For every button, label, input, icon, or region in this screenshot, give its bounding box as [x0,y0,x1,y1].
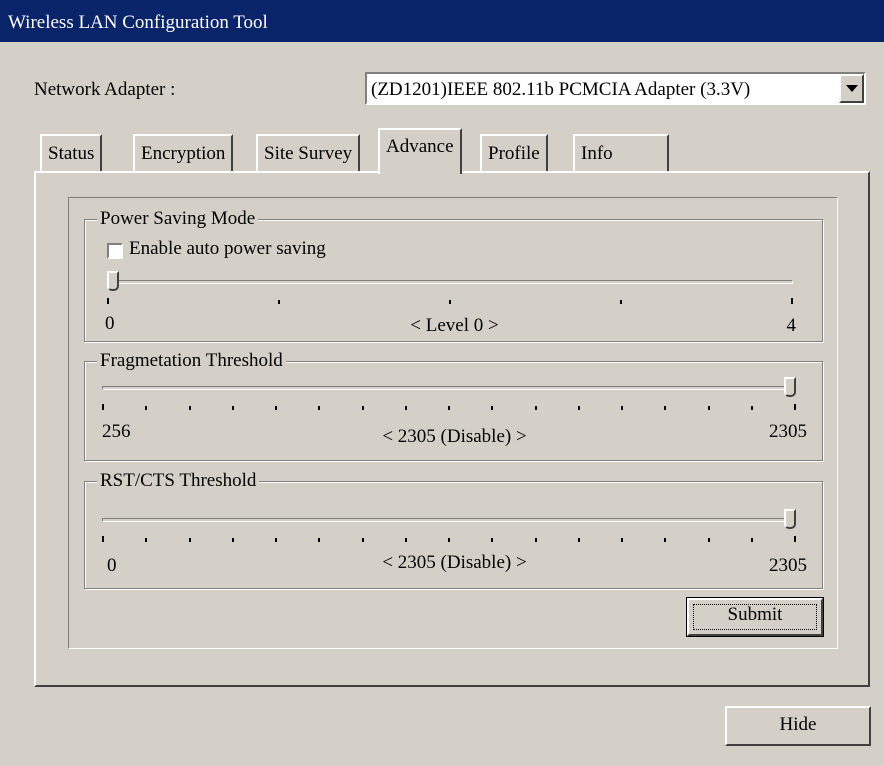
power-saving-group: Power Saving Mode Enable auto power savi… [84,208,823,342]
tab-label: Status [48,143,95,164]
hide-label: Hide [779,714,817,735]
slider-tick [275,406,277,410]
slider-tick [318,538,320,542]
advance-tab-panel: Power Saving Mode Enable auto power savi… [34,171,870,687]
submit-button[interactable]: Submit [686,597,824,637]
slider-tick [794,404,796,410]
slider-tick [189,406,191,410]
rts-cts-ticks [102,536,796,546]
slider-tick [664,406,666,410]
slider-tick [318,406,320,410]
tab-label: Info [581,143,613,164]
slider-tick [578,538,580,542]
auto-power-saving-checkbox[interactable] [107,243,123,259]
tab-encryption[interactable]: Encryption [133,134,234,171]
slider-tick [578,406,580,410]
slider-tick [449,300,451,304]
tab-profile[interactable]: Profile [480,134,548,171]
advance-settings-frame: Power Saving Mode Enable auto power savi… [68,197,838,649]
network-adapter-label: Network Adapter : [34,79,176,100]
main-window: Network Adapter : (ZD1201)IEEE 802.11b P… [0,42,884,766]
slider-tick [275,538,277,542]
tab-label: Profile [488,143,540,164]
slider-tick [794,536,796,542]
power-saving-title: Power Saving Mode [97,208,259,230]
power-level-track [107,280,793,284]
title-bar: Wireless LAN Configuration Tool [0,0,884,42]
slider-tick [535,538,537,542]
tab-advance[interactable]: Advance [378,128,462,174]
slider-tick [232,538,234,542]
rts-cts-title: RST/CTS Threshold [97,470,260,492]
rts-cts-slider-thumb[interactable] [784,509,796,529]
power-level-ticks [107,298,793,308]
slider-tick [448,538,450,542]
slider-tick [278,300,280,304]
slider-tick [664,538,666,542]
slider-tick [791,298,793,304]
power-level-value: < Level 0 > [410,315,499,336]
network-adapter-value: (ZD1201)IEEE 802.11b PCMCIA Adapter (3.3… [371,79,751,100]
slider-tick [362,406,364,410]
tab-status[interactable]: Status [40,134,103,171]
rts-cts-max: 2305 [769,555,807,576]
slider-tick [491,406,493,410]
fragmentation-max: 2305 [769,421,807,442]
slider-tick [708,538,710,542]
fragmentation-title: Fragmetation Threshold [97,350,286,372]
slider-tick [362,538,364,542]
slider-tick [448,406,450,410]
slider-tick [405,406,407,410]
chevron-down-icon [846,85,858,92]
tab-label: Encryption [141,143,226,164]
tab-info[interactable]: Info [573,134,669,171]
slider-tick [621,406,623,410]
fragmentation-track [102,386,796,390]
power-level-slider-thumb[interactable] [107,271,119,291]
slider-tick [535,406,537,410]
network-adapter-select[interactable]: (ZD1201)IEEE 802.11b PCMCIA Adapter (3.3… [365,72,866,105]
slider-tick [107,298,109,304]
fragmentation-ticks [102,404,796,414]
fragmentation-group: Fragmetation Threshold 256 < 2305 (Disab… [84,350,823,461]
slider-tick [621,538,623,542]
tab-label: Advance [386,136,454,157]
rts-cts-track [102,518,796,522]
window-title: Wireless LAN Configuration Tool [8,12,268,33]
slider-tick [751,538,753,542]
slider-tick [405,538,407,542]
slider-tick [145,538,147,542]
slider-tick [751,406,753,410]
fragmentation-value: < 2305 (Disable) > [382,426,527,447]
slider-tick [491,538,493,542]
fragmentation-slider-thumb[interactable] [784,377,796,397]
slider-tick [102,404,104,410]
rts-cts-value: < 2305 (Disable) > [382,552,527,573]
slider-tick [620,300,622,304]
slider-tick [189,538,191,542]
auto-power-saving-label: Enable auto power saving [129,238,326,259]
slider-tick [102,536,104,542]
tab-site-survey[interactable]: Site Survey [256,134,361,171]
dropdown-button[interactable] [839,74,864,103]
focus-rect [693,604,817,630]
tab-label: Site Survey [264,143,353,164]
hide-button[interactable]: Hide [725,706,871,746]
slider-tick [145,406,147,410]
slider-tick [708,406,710,410]
slider-tick [232,406,234,410]
power-level-max: 4 [786,315,797,336]
rts-cts-group: RST/CTS Threshold 0 < 2305 (Disable) > 2… [84,470,823,589]
